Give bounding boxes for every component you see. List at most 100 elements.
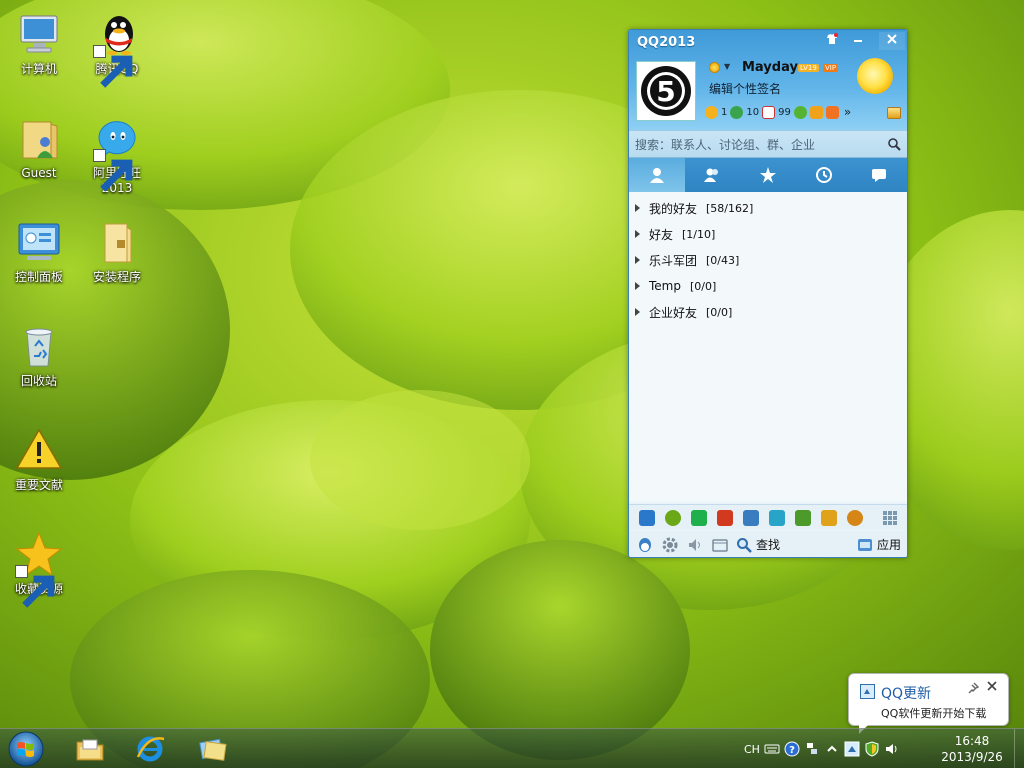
- group-name: 企业好友: [649, 305, 698, 320]
- show-desktop-button[interactable]: [1014, 729, 1024, 768]
- contact-groups-list: 我的好友 [58/162] 好友 [1/10] 乐斗军团 [0/43] Temp [0/…: [629, 192, 907, 502]
- main-tabs: [629, 158, 907, 192]
- security-app-button[interactable]: [818, 508, 840, 528]
- desktop-icon-favorites[interactable]: 收藏资源: [1, 524, 77, 620]
- stock-app-button[interactable]: [714, 508, 736, 528]
- contact-group[interactable]: 企业好友 [0/0]: [629, 299, 907, 325]
- more-services-button[interactable]: »: [844, 105, 851, 119]
- qq-header: QQ2013 5 ▼ Mayday LV19 VIP 编辑个性签名 1 10 9…: [629, 30, 907, 130]
- desktop-icon-install[interactable]: 安装程序: [79, 212, 155, 308]
- settings-gear-icon[interactable]: [661, 536, 679, 554]
- desktop-icon-guest[interactable]: Guest: [1, 108, 77, 204]
- tab-contacts[interactable]: [629, 158, 685, 192]
- online-status-icon[interactable]: [709, 62, 720, 73]
- tab-recent[interactable]: [796, 158, 852, 192]
- group-name: 我的好友: [649, 201, 698, 216]
- find-button[interactable]: 查找: [736, 536, 780, 553]
- aliwangwang-icon: [93, 114, 141, 192]
- skin-button[interactable]: [819, 32, 845, 50]
- tab-favorites[interactable]: [740, 158, 796, 192]
- qq-game-app-button[interactable]: [636, 508, 658, 528]
- clock-time: 16:48: [954, 734, 990, 748]
- qq-tray-icon[interactable]: [844, 741, 860, 757]
- desktop-icon-aliwangwang[interactable]: 阿里旺旺 2013: [79, 108, 155, 204]
- search-input[interactable]: [633, 135, 883, 155]
- signature-field[interactable]: 编辑个性签名: [709, 80, 781, 97]
- contact-group[interactable]: 我的好友 [58/162]: [629, 195, 907, 221]
- photo-app-button[interactable]: [740, 508, 762, 528]
- contact-group[interactable]: Temp [0/0]: [629, 273, 907, 299]
- tab-chat[interactable]: [851, 158, 907, 192]
- ime-indicator[interactable]: CH: [744, 743, 760, 756]
- contact-group[interactable]: 好友 [1/10]: [629, 221, 907, 247]
- security-shield-icon[interactable]: [864, 741, 880, 757]
- vip-badge[interactable]: VIP: [823, 64, 839, 72]
- app-grid-button[interactable]: [879, 508, 901, 528]
- qzone-icon[interactable]: [730, 105, 744, 119]
- volume-icon[interactable]: [884, 741, 900, 757]
- clover-icon[interactable]: [793, 105, 807, 119]
- pet-app-button[interactable]: [844, 508, 866, 528]
- folder-icon: [93, 218, 141, 266]
- video-app-button[interactable]: [688, 508, 710, 528]
- tab-groups[interactable]: [685, 158, 741, 192]
- keyboard-icon[interactable]: [764, 741, 780, 757]
- search-bar: [629, 130, 907, 158]
- shopping-cart-icon[interactable]: [809, 105, 823, 119]
- group-count: [0/43]: [706, 253, 740, 267]
- close-icon[interactable]: [986, 680, 998, 695]
- file-explorer-icon: [76, 739, 104, 761]
- group-count: [0/0]: [689, 279, 717, 293]
- close-button[interactable]: [879, 32, 905, 50]
- taskbar-explorer-button[interactable]: [62, 732, 118, 766]
- desktop-icon-qq[interactable]: 腾讯QQ: [79, 4, 155, 100]
- expand-arrow-icon: [635, 230, 640, 238]
- minimize-icon: [854, 40, 862, 42]
- taskbar-ie-button[interactable]: [122, 732, 178, 766]
- desktop-icon-label: Guest: [21, 166, 57, 180]
- main-menu-icon[interactable]: [636, 536, 654, 554]
- music-icon: [665, 509, 681, 526]
- svg-text:?: ?: [789, 745, 795, 756]
- start-button[interactable]: [4, 730, 48, 768]
- desktop-icon-label: 重要文献: [14, 478, 63, 492]
- contact-group[interactable]: 乐斗军团 [0/43]: [629, 247, 907, 273]
- internet-explorer-icon: [136, 736, 165, 762]
- status-dropdown-icon[interactable]: ▼: [724, 62, 730, 71]
- search-icon[interactable]: [887, 137, 901, 151]
- clock[interactable]: 16:48 2013/9/26: [934, 733, 1010, 765]
- music-app-button[interactable]: [662, 508, 684, 528]
- sound-icon[interactable]: [686, 536, 704, 554]
- file-manager-icon[interactable]: [711, 536, 729, 554]
- notification-balloon[interactable]: QQ更新 QQ软件更新开始下载: [848, 673, 1009, 734]
- minimize-button[interactable]: [845, 32, 871, 50]
- ime-settings-icon[interactable]: [804, 741, 820, 757]
- pin-icon[interactable]: [967, 682, 980, 697]
- play-icon: [691, 509, 707, 526]
- group-count: [58/162]: [706, 201, 754, 215]
- computer-icon: [15, 10, 63, 58]
- cloud-app-button[interactable]: [766, 508, 788, 528]
- star-level-icon[interactable]: [705, 105, 718, 119]
- desktop-icon-computer[interactable]: 计算机: [1, 4, 77, 100]
- avatar[interactable]: 5: [636, 61, 696, 121]
- recycle-bin-icon: [15, 322, 63, 370]
- app-box-icon[interactable]: [887, 107, 901, 119]
- desktop-icon-recycle-bin[interactable]: 回收站: [1, 316, 77, 412]
- show-hidden-icons-icon[interactable]: [824, 741, 840, 757]
- group-buy-app-button[interactable]: [792, 508, 814, 528]
- apps-button[interactable]: 应用: [857, 536, 901, 553]
- desktop-icon-control-panel[interactable]: 控制面板: [1, 212, 77, 308]
- level-badge[interactable]: LV19: [798, 64, 819, 72]
- desktop-icon-label: 安装程序: [92, 270, 141, 284]
- mail-icon[interactable]: [762, 105, 776, 119]
- find-icon: [737, 537, 752, 553]
- desktop-icon-important-docs[interactable]: 重要文献: [1, 420, 77, 516]
- wallet-icon[interactable]: [825, 105, 839, 119]
- taskbar-media-button[interactable]: [184, 732, 240, 766]
- help-icon[interactable]: ?: [784, 741, 800, 757]
- qq-main-window[interactable]: QQ2013 5 ▼ Mayday LV19 VIP 编辑个性签名 1 10 9…: [628, 29, 908, 558]
- expand-arrow-icon: [635, 282, 640, 290]
- weather-sun-icon[interactable]: [857, 58, 893, 94]
- expand-arrow-icon: [635, 256, 640, 264]
